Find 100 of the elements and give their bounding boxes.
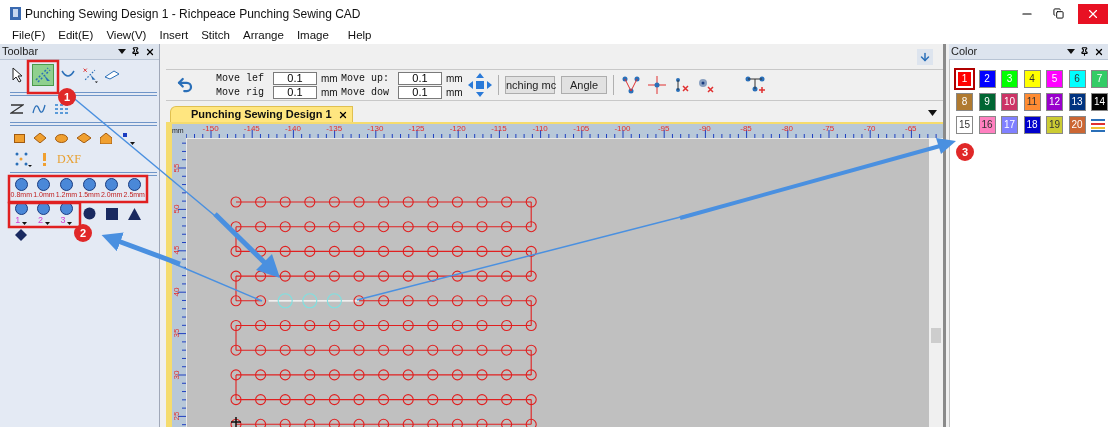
merge-points-icon[interactable] [622, 76, 640, 94]
close-button[interactable] [1078, 3, 1108, 24]
ruler-label: -120 [448, 124, 467, 134]
palette-list-icon[interactable] [1091, 118, 1105, 132]
angle-button[interactable]: Angle [561, 76, 607, 94]
ruler-label: 50 [173, 204, 182, 214]
ruler-label: -95 [656, 124, 671, 134]
panel-menu-icon[interactable] [118, 49, 126, 54]
color-swatch[interactable]: 6 [1068, 70, 1086, 88]
ruler-label: -105 [572, 124, 591, 134]
pin-icon[interactable] [131, 47, 140, 56]
point-tool-icon[interactable] [121, 131, 135, 145]
color-swatch[interactable]: 13 [1068, 93, 1086, 111]
ruler-label: -65 [904, 124, 918, 134]
ruler-label: -115 [490, 124, 508, 134]
app-icon [10, 7, 21, 20]
dotted-line-icon [34, 66, 52, 84]
ruler-label: 30 [173, 370, 182, 380]
panel-menu-icon[interactable] [1067, 49, 1075, 54]
field-label: Move up: [341, 71, 390, 86]
field-label: Move rig [216, 85, 265, 100]
ruler-label: 55 [173, 163, 182, 173]
ruler-label: -130 [366, 124, 385, 134]
move-arrows-icon[interactable] [468, 73, 492, 97]
menu-item[interactable]: Stitch [201, 26, 230, 45]
move-input-field[interactable]: 0.1 [398, 85, 442, 99]
close-tab-icon[interactable] [337, 109, 348, 120]
color-swatch[interactable]: 2 [978, 70, 996, 88]
dot-pattern-icon[interactable] [14, 151, 32, 167]
color-swatch[interactable]: 1 [956, 70, 973, 88]
pin-icon[interactable] [1080, 47, 1089, 56]
document-tab[interactable]: Punching Sewing Design 1 [170, 106, 353, 122]
move-input-field[interactable]: 0.1 [273, 71, 317, 85]
color-swatch[interactable]: 9 [978, 93, 996, 111]
menu-item[interactable]: Help [347, 26, 372, 45]
move-input-field[interactable]: 0.1 [273, 85, 317, 99]
circle-shape-icon[interactable] [82, 207, 96, 220]
panel-title: Color [951, 44, 979, 60]
ruler-label: -145 [242, 124, 261, 134]
download-button[interactable] [917, 48, 933, 65]
menu-item[interactable]: Edit(E) [58, 26, 94, 45]
close-icon[interactable] [145, 46, 155, 57]
tab-list-icon[interactable] [928, 110, 937, 116]
square-shape-icon[interactable] [105, 207, 118, 220]
design-canvas[interactable] [186, 138, 929, 427]
unit-label: mm [321, 85, 339, 100]
cursor-icon [230, 416, 242, 427]
triangle-shape-icon[interactable] [127, 207, 141, 220]
field-label: Move lef [216, 71, 265, 86]
ruler-label: -80 [780, 124, 794, 134]
color-swatch[interactable]: 14 [1091, 93, 1108, 111]
delete-points-icon[interactable] [674, 77, 690, 93]
pointer-icon [12, 67, 24, 83]
eraser-icon [104, 70, 120, 80]
scrollbar-thumb[interactable] [931, 328, 941, 343]
menu-item[interactable]: View(V) [106, 26, 147, 45]
undo-icon[interactable] [176, 76, 194, 94]
color-swatch[interactable]: 18 [1023, 116, 1041, 134]
color-swatch[interactable]: 20 [1068, 116, 1086, 134]
zigzag-icon[interactable] [10, 103, 24, 115]
delete-point-icon[interactable] [698, 77, 714, 93]
panel-title: Toolbar [2, 44, 40, 60]
ruler-label: -100 [613, 124, 632, 134]
highlight-frame [26, 59, 60, 95]
color-swatch[interactable]: 12 [1046, 93, 1063, 111]
ruler-label: -125 [407, 124, 426, 134]
ruler-label: -85 [739, 124, 753, 134]
unit-label: mm [446, 85, 464, 100]
dotted-grid-icon[interactable] [54, 103, 70, 115]
menu-item[interactable]: Insert [159, 26, 189, 45]
close-icon[interactable] [1094, 46, 1104, 57]
color-swatch[interactable]: 8 [956, 93, 973, 111]
add-point-icon[interactable] [744, 76, 766, 94]
ruler-label: 40 [173, 287, 182, 297]
ruler-label: -140 [283, 124, 302, 134]
ruler-label: -110 [531, 124, 549, 134]
color-swatch[interactable]: 10 [1001, 93, 1018, 111]
color-swatch[interactable]: 19 [1046, 116, 1063, 134]
house-shape-icon[interactable] [100, 132, 112, 144]
menu-item[interactable]: Arrange [242, 26, 284, 45]
move-input-field[interactable]: 0.1 [398, 71, 442, 85]
color-swatch[interactable]: 4 [1023, 70, 1041, 88]
punching-mode-button[interactable]: nching mc [505, 76, 555, 94]
ruler-label: -135 [325, 124, 344, 134]
field-label: Move dow [341, 85, 390, 100]
color-swatch[interactable]: 11 [1023, 93, 1041, 111]
ruler-label: 35 [173, 328, 182, 338]
color-swatch[interactable]: 16 [978, 116, 996, 134]
color-swatch[interactable]: 15 [956, 116, 973, 134]
diamond-shape-icon[interactable] [15, 229, 27, 241]
ruler-label: 45 [173, 246, 182, 255]
menu-item[interactable]: Image [296, 26, 329, 45]
ellipse-shape-icon[interactable] [55, 133, 68, 143]
ruler-label: -90 [698, 124, 712, 134]
restore-icon[interactable] [1053, 8, 1064, 19]
move-point-icon[interactable] [648, 76, 666, 94]
menu-item[interactable]: File(F) [12, 26, 46, 45]
wave-icon[interactable] [32, 103, 46, 115]
ruler-label: 25 [173, 411, 182, 421]
ruler-label: -75 [821, 124, 836, 134]
